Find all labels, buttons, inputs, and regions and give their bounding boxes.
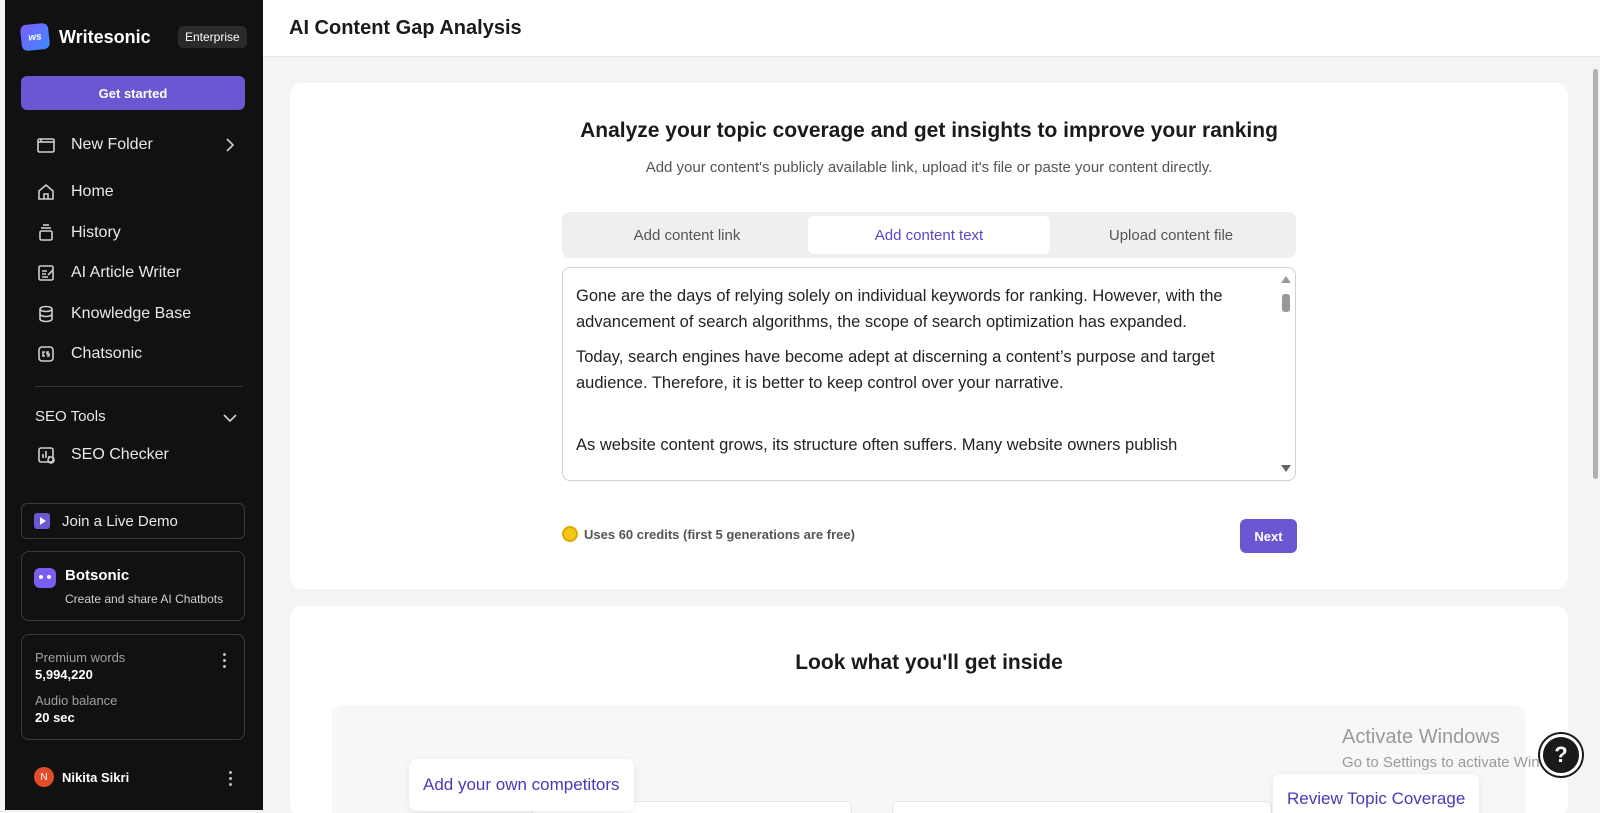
sidebar-item-history[interactable]: History bbox=[35, 222, 121, 244]
next-button[interactable]: Next bbox=[1240, 519, 1297, 553]
sidebar-divider bbox=[35, 386, 243, 387]
add-competitors-pill: Add your own competitors bbox=[409, 759, 634, 811]
sidebar-item-label: History bbox=[71, 224, 121, 241]
sidebar-item-label: Home bbox=[71, 183, 114, 200]
main-subheading: Add your content's publicly available li… bbox=[645, 159, 1213, 176]
sidebar-item-ai-article-writer[interactable]: AI Article Writer bbox=[35, 262, 181, 284]
audio-balance-value: 20 sec bbox=[35, 710, 75, 725]
folder-icon bbox=[35, 134, 57, 156]
coin-icon bbox=[562, 526, 578, 542]
sidebar-item-home[interactable]: Home bbox=[35, 181, 114, 203]
sidebar: ws Writesonic Enterprise Get started New… bbox=[5, 0, 263, 810]
database-icon bbox=[35, 303, 57, 325]
page-scrollbar[interactable] bbox=[1590, 57, 1600, 813]
page-scrollbar-thumb[interactable] bbox=[1593, 69, 1598, 479]
review-topic-coverage-pill: Review Topic Coverage bbox=[1273, 774, 1480, 813]
tab-add-content-link[interactable]: Add content link bbox=[566, 216, 808, 254]
tab-add-content-text[interactable]: Add content text bbox=[808, 216, 1050, 254]
topbar: AI Content Gap Analysis bbox=[263, 0, 1600, 57]
editor-text[interactable]: Gone are the days of relying solely on i… bbox=[576, 283, 1256, 467]
windows-watermark-title: Activate Windows bbox=[1342, 726, 1500, 748]
features-preview-card: Look what you'll get inside Add your own… bbox=[290, 606, 1568, 813]
content-source-tabs: Add content link Add content text Upload… bbox=[562, 212, 1296, 258]
features-heading: Look what you'll get inside bbox=[795, 651, 1063, 674]
join-live-demo-button[interactable]: Join a Live Demo bbox=[21, 503, 245, 539]
user-menu-icon[interactable] bbox=[228, 771, 232, 786]
sidebar-item-label: Knowledge Base bbox=[71, 305, 192, 322]
help-button[interactable]: ? bbox=[1540, 734, 1582, 776]
scroll-up-icon[interactable] bbox=[1281, 276, 1291, 283]
play-icon bbox=[34, 513, 50, 529]
avatar: N bbox=[34, 767, 54, 787]
page-title: AI Content Gap Analysis bbox=[289, 17, 522, 39]
brand-name: Writesonic bbox=[59, 26, 151, 47]
demo-label: Join a Live Demo bbox=[62, 512, 178, 530]
editor-paragraph: Today, search engines have become adept … bbox=[576, 348, 1215, 392]
home-icon bbox=[35, 181, 57, 203]
botsonic-title: Botsonic bbox=[65, 567, 130, 584]
sidebar-item-new-folder[interactable]: New Folder bbox=[35, 134, 153, 156]
content-input-card: Analyze your topic coverage and get insi… bbox=[290, 83, 1568, 589]
sidebar-item-label: Chatsonic bbox=[71, 345, 143, 362]
chevron-down-icon[interactable] bbox=[223, 413, 237, 423]
balance-menu-icon[interactable] bbox=[222, 653, 226, 668]
seo-checker-icon bbox=[35, 444, 57, 466]
article-icon bbox=[35, 262, 57, 284]
premium-words-value: 5,994,220 bbox=[35, 667, 93, 682]
botsonic-subtitle: Create and share AI Chatbots bbox=[65, 592, 224, 606]
user-name: Nikita Sikri bbox=[62, 769, 130, 785]
credits-text: Uses 60 credits (first 5 generations are… bbox=[584, 526, 855, 542]
user-profile[interactable]: N Nikita Sikri bbox=[34, 767, 129, 787]
balance-card: Premium words 5,994,220 Audio balance 20… bbox=[21, 634, 245, 740]
sidebar-item-seo-checker[interactable]: SEO Checker bbox=[35, 444, 169, 466]
writesonic-logo-icon: ws bbox=[19, 22, 51, 52]
get-started-button[interactable]: Get started bbox=[21, 76, 245, 110]
brand[interactable]: ws Writesonic bbox=[19, 22, 151, 52]
chevron-right-icon[interactable] bbox=[225, 138, 235, 152]
premium-words-label: Premium words bbox=[35, 650, 126, 665]
history-icon bbox=[35, 222, 57, 244]
audio-balance-label: Audio balance bbox=[35, 693, 118, 708]
plan-badge: Enterprise bbox=[178, 26, 247, 48]
sidebar-item-label: SEO Checker bbox=[71, 446, 169, 463]
editor-scrollbar[interactable] bbox=[1281, 276, 1291, 472]
preview-panel bbox=[892, 801, 1272, 813]
chatsonic-icon bbox=[35, 343, 57, 365]
editor-paragraph: As website content grows, its structure … bbox=[576, 436, 1178, 454]
main-heading: Analyze your topic coverage and get insi… bbox=[580, 119, 1278, 142]
sidebar-item-label: AI Article Writer bbox=[71, 264, 181, 281]
sidebar-item-chatsonic[interactable]: Chatsonic bbox=[35, 343, 142, 365]
tab-upload-content-file[interactable]: Upload content file bbox=[1050, 216, 1292, 254]
scrollbar-thumb[interactable] bbox=[1282, 294, 1290, 312]
credits-info: Uses 60 credits (first 5 generations are… bbox=[562, 526, 855, 542]
sidebar-item-label: New Folder bbox=[71, 136, 153, 153]
editor-paragraph: Gone are the days of relying solely on i… bbox=[576, 287, 1223, 331]
botsonic-card[interactable]: Botsonic Create and share AI Chatbots bbox=[21, 551, 245, 621]
content-text-editor[interactable]: Gone are the days of relying solely on i… bbox=[562, 267, 1296, 481]
bot-icon bbox=[34, 568, 56, 588]
sidebar-item-knowledge-base[interactable]: Knowledge Base bbox=[35, 303, 191, 325]
scroll-down-icon[interactable] bbox=[1281, 465, 1291, 472]
seo-tools-section[interactable]: SEO Tools bbox=[35, 408, 106, 425]
